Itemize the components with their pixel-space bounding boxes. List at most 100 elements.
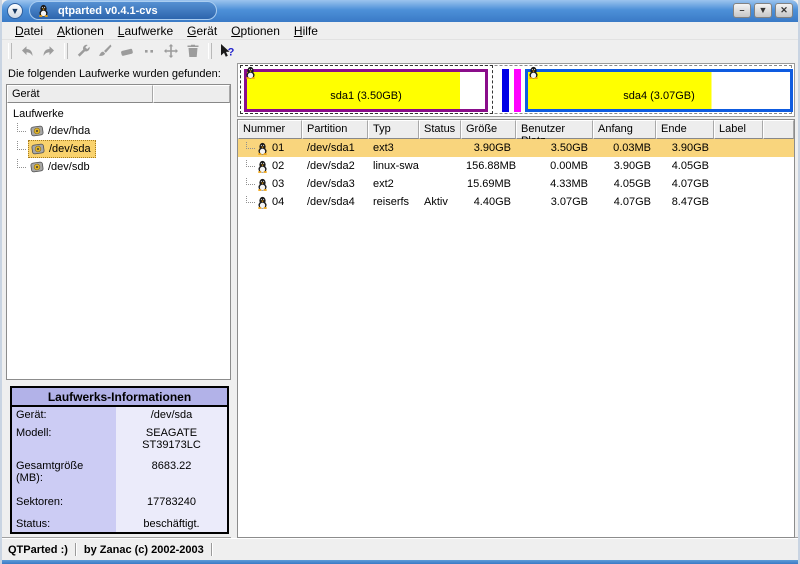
partition-block-sda2[interactable]	[502, 69, 509, 112]
menu-optionen[interactable]: Optionen	[224, 22, 287, 40]
table-row-sda2[interactable]: 02 /dev/sda2 linux-swap 156.88MB 0.00MB …	[238, 157, 794, 175]
statusbar-credit-text: by Zanac (c) 2002-2003	[84, 544, 204, 556]
column-header-partition[interactable]: Partition	[302, 120, 368, 139]
delete-button[interactable]	[116, 41, 138, 61]
toolbar-grip[interactable]	[8, 43, 12, 59]
cell-anfang: 0.03MB	[593, 142, 656, 154]
menu-aktionen[interactable]: Aktionen	[50, 22, 111, 40]
wrench-icon	[75, 43, 91, 59]
column-header-benutzer-platz[interactable]: Benutzer Platz	[516, 120, 593, 139]
cell-typ: reiserfs	[368, 196, 419, 208]
menu-laufwerke[interactable]: Laufwerke	[111, 22, 180, 40]
drive-info-title: Laufwerks-Informationen	[12, 388, 227, 407]
column-header-groesse[interactable]: Größe	[461, 120, 516, 139]
whats-this-button[interactable]	[216, 41, 238, 61]
info-value: 17783240	[116, 494, 227, 516]
info-value: beschäftigt.	[116, 516, 227, 532]
tree-branch-line	[246, 142, 255, 150]
partition-map-canvas: sda1 (3.50GB) sda4 (3.07GB)	[237, 63, 795, 117]
toolbar-grip[interactable]	[64, 43, 68, 59]
format-button[interactable]	[94, 41, 116, 61]
maximize-button[interactable]: ▼	[754, 3, 772, 18]
cell-ende: 4.05GB	[656, 160, 714, 172]
cell-ende: 8.47GB	[656, 196, 714, 208]
window-bottom-border	[2, 560, 798, 564]
tree-branch-line	[17, 159, 26, 168]
undo-icon	[19, 43, 35, 59]
redo-icon	[41, 43, 57, 59]
column-header-status[interactable]: Status	[419, 120, 461, 139]
close-icon: ✕	[780, 5, 788, 15]
cell-benutzer-platz: 0.00MB	[516, 160, 593, 172]
cell-groesse: 156.88MB	[461, 160, 516, 172]
cell-nummer: 01	[272, 142, 284, 154]
tree-branch-line	[246, 160, 255, 168]
empty-column-header[interactable]	[153, 85, 230, 103]
device-tree-header: Gerät	[7, 85, 230, 103]
tree-root-laufwerke[interactable]: Laufwerke	[11, 106, 230, 122]
info-label: Gerät:	[12, 407, 116, 425]
tree-item-dev-sdb[interactable]: /dev/sdb	[11, 158, 230, 176]
hard-disk-icon	[31, 142, 45, 156]
menu-datei[interactable]: Datei	[8, 22, 50, 40]
table-row-sda1[interactable]: 01 /dev/sda1 ext3 3.90GB 3.50GB 0.03MB 3…	[238, 139, 794, 157]
tree-item-dev-sda[interactable]: /dev/sda	[11, 140, 230, 158]
hard-disk-icon	[30, 124, 44, 138]
menu-geraet[interactable]: Gerät	[180, 22, 224, 40]
info-row-status: Status: beschäftigt.	[12, 516, 227, 532]
device-tree[interactable]: Gerät Laufwerke /dev/hda	[6, 84, 231, 380]
partition-block-sda1[interactable]: sda1 (3.50GB)	[244, 69, 488, 112]
tree-branch-line	[246, 178, 255, 186]
column-header-ende[interactable]: Ende	[656, 120, 714, 139]
info-value: 8683.22	[116, 458, 227, 494]
minimize-icon: –	[739, 5, 744, 15]
close-button[interactable]: ✕	[775, 3, 793, 18]
cell-ende: 4.07GB	[656, 178, 714, 190]
partition-block-sda4[interactable]: sda4 (3.07GB)	[525, 69, 793, 112]
column-header-label[interactable]: Label	[714, 120, 763, 139]
partition-block-sda3[interactable]	[514, 69, 521, 112]
statusbar-app-text: QTParted :)	[8, 544, 68, 556]
undo-button[interactable]	[16, 41, 38, 61]
property-button[interactable]	[72, 41, 94, 61]
tree-branch-line	[17, 141, 26, 150]
table-row-sda3[interactable]: 03 /dev/sda3 ext2 15.69MB 4.33MB 4.05GB …	[238, 175, 794, 193]
tree-branch-line	[246, 196, 255, 204]
device-column-header[interactable]: Gerät	[7, 85, 153, 103]
redo-button[interactable]	[38, 41, 60, 61]
device-label: /dev/hda	[48, 125, 90, 137]
info-row-modell: Modell: SEAGATE ST39173LC	[12, 425, 227, 458]
column-header-typ[interactable]: Typ	[368, 120, 419, 139]
column-header-nummer[interactable]: Nummer	[238, 120, 302, 139]
devices-found-label: Die folgenden Laufwerke wurden gefunden:	[6, 62, 231, 84]
trash-icon	[185, 43, 201, 59]
cell-nummer: 04	[272, 196, 284, 208]
trash-button[interactable]	[182, 41, 204, 61]
cell-benutzer-platz: 3.50GB	[516, 142, 593, 154]
toolbar-grip[interactable]	[208, 43, 212, 59]
minimize-button[interactable]: –	[733, 3, 751, 18]
brush-icon	[97, 43, 113, 59]
column-header-anfang[interactable]: Anfang	[593, 120, 656, 139]
eraser-icon	[119, 43, 135, 59]
resize-button[interactable]	[138, 41, 160, 61]
cell-groesse: 3.90GB	[461, 142, 516, 154]
info-row-geraet: Gerät: /dev/sda	[12, 407, 227, 425]
cell-nummer: 02	[272, 160, 284, 172]
window-controls: – ▼ ✕	[733, 3, 793, 18]
cell-status: Aktiv	[419, 196, 461, 208]
cell-groesse: 15.69MB	[461, 178, 516, 190]
tree-item-dev-hda[interactable]: /dev/hda	[11, 122, 230, 140]
table-row-sda4[interactable]: 04 /dev/sda4 reiserfs Aktiv 4.40GB 3.07G…	[238, 193, 794, 211]
titlebar[interactable]: ▼ qtparted v0.4.1-cvs – ▼ ✕	[2, 0, 798, 22]
menu-hilfe[interactable]: Hilfe	[287, 22, 325, 40]
tux-icon	[245, 66, 256, 79]
cell-typ: ext3	[368, 142, 419, 154]
menubar: Datei Aktionen Laufwerke Gerät Optionen …	[2, 22, 798, 40]
tux-icon	[257, 196, 268, 209]
app-icon	[38, 4, 49, 17]
window-menu-button[interactable]: ▼	[7, 3, 23, 19]
move-button[interactable]	[160, 41, 182, 61]
move-cross-icon	[163, 43, 179, 59]
info-label: Modell:	[12, 425, 116, 458]
